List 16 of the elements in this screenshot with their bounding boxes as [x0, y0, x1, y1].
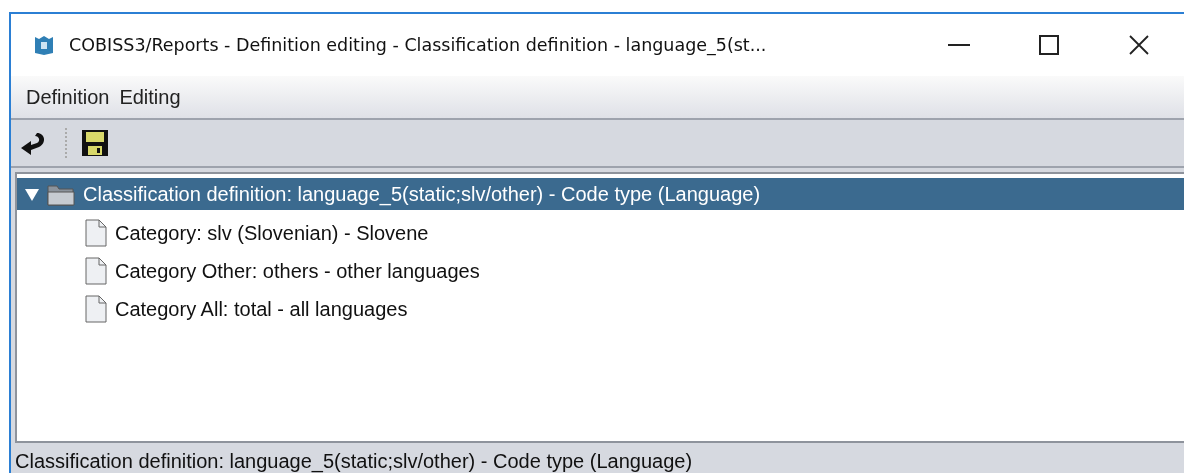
tree-item[interactable]: Category All: total - all languages	[17, 290, 1184, 328]
folder-icon	[47, 182, 75, 206]
tree-item[interactable]: Category Other: others - other languages	[17, 252, 1184, 290]
window-title: COBISS3/Reports - Definition editing - Classification definition - language_5(st...	[69, 35, 768, 55]
document-icon	[85, 257, 107, 285]
close-icon[interactable]	[1129, 35, 1149, 55]
maximize-icon[interactable]	[1039, 35, 1059, 55]
tree-item[interactable]: Category: slv (Slovenian) - Slovene	[17, 214, 1184, 252]
document-icon	[85, 219, 107, 247]
tree-item[interactable]: Classification definition: language_5(static;slv/other) - Code type (Language)	[17, 178, 1184, 210]
status-text: Classification definition: language_5(static;slv/other) - Code type (Language)	[15, 450, 693, 473]
menu-item[interactable]: Editing	[114, 85, 186, 109]
document-icon	[85, 295, 107, 323]
save-icon[interactable]	[79, 127, 111, 159]
menu-item[interactable]: Definition	[21, 85, 115, 109]
app-logo-icon	[33, 34, 55, 56]
